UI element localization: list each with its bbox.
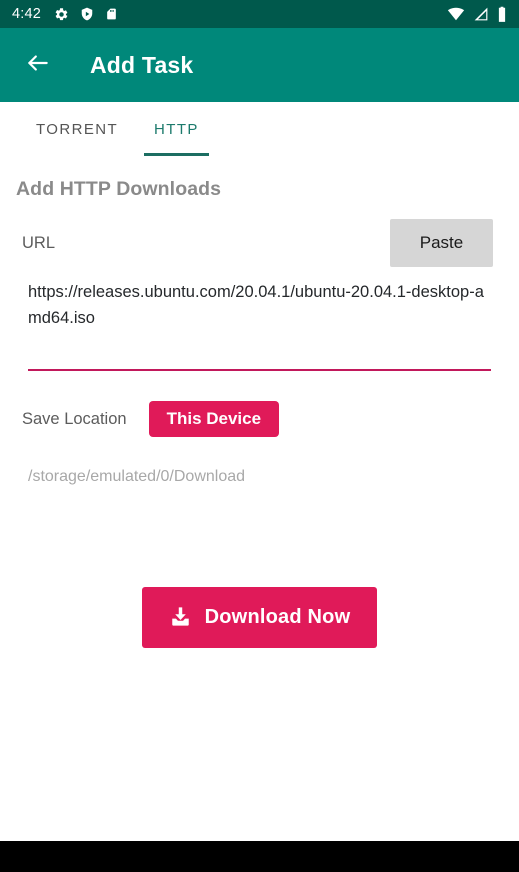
settings-gear-icon [54, 7, 69, 22]
tab-torrent-label: TORRENT [36, 120, 119, 138]
tab-http[interactable]: HTTP [136, 102, 217, 156]
url-row: URL Paste [0, 219, 519, 267]
main-content: Add HTTP Downloads URL Paste https://rel… [0, 156, 519, 841]
system-navigation-bar [0, 841, 519, 872]
app-screen: 4:42 Add Task TORRENT HTTP Add HTTP Down… [0, 0, 519, 872]
url-label: URL [22, 233, 56, 252]
save-path-value[interactable]: /storage/emulated/0/Download [0, 468, 519, 486]
download-now-button[interactable]: Download Now [141, 587, 378, 648]
status-left-icons [54, 6, 118, 22]
download-icon [169, 605, 192, 631]
section-title: Add HTTP Downloads [16, 178, 222, 200]
app-bar: Add Task [0, 28, 519, 102]
tab-torrent[interactable]: TORRENT [18, 102, 136, 156]
wifi-icon [447, 7, 465, 21]
url-input[interactable]: https://releases.ubuntu.com/20.04.1/ubun… [28, 279, 491, 359]
url-input-underline [28, 369, 491, 371]
download-now-label: Download Now [204, 606, 351, 628]
status-bar: 4:42 [0, 0, 519, 28]
save-location-label: Save Location [22, 409, 127, 428]
tab-http-label: HTTP [154, 120, 199, 138]
page-title: Add Task [90, 51, 194, 78]
download-button-wrapper: Download Now [0, 587, 519, 648]
back-button[interactable] [21, 48, 55, 82]
status-right-icons [447, 6, 507, 23]
url-field-wrapper: https://releases.ubuntu.com/20.04.1/ubun… [0, 279, 519, 371]
tab-bar: TORRENT HTTP [0, 102, 519, 156]
save-location-row: Save Location This Device [0, 401, 519, 437]
arrow-left-icon [25, 50, 51, 81]
paste-button[interactable]: Paste [390, 219, 493, 267]
battery-icon [497, 6, 507, 23]
status-clock: 4:42 [12, 6, 42, 22]
sd-card-icon [105, 6, 118, 22]
play-protect-shield-icon [80, 6, 94, 22]
this-device-button[interactable]: This Device [148, 401, 280, 437]
cellular-signal-icon [473, 7, 489, 21]
